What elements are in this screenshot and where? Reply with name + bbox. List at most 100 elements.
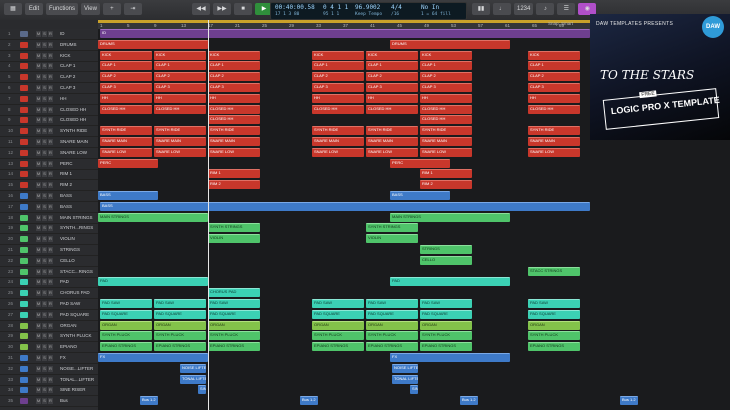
region[interactable]: SNARE LOW xyxy=(312,147,364,157)
region[interactable]: KICK xyxy=(208,50,260,60)
region[interactable]: SNARE LOW xyxy=(208,147,260,157)
mute-button[interactable]: M xyxy=(36,398,41,405)
region[interactable]: CLAP 2 xyxy=(366,72,418,82)
track-name[interactable]: SNARE LOW xyxy=(60,150,94,155)
track-name[interactable]: EPIANO xyxy=(60,344,94,349)
region[interactable]: BASS xyxy=(100,201,590,211)
track-name[interactable]: CLOSED HH xyxy=(60,117,94,122)
region[interactable]: CLOSED HH xyxy=(154,104,206,114)
region[interactable]: SNARE LOW xyxy=(366,147,418,157)
track-name[interactable]: SINE RISER xyxy=(60,387,94,392)
track-header[interactable]: 4 MSR CLAP 1 xyxy=(0,61,98,73)
solo-button[interactable]: S xyxy=(42,214,47,221)
region[interactable]: PAD SQUARE xyxy=(420,309,472,319)
region[interactable]: PAD SAW xyxy=(312,299,364,308)
record-enable-button[interactable]: R xyxy=(48,365,53,372)
region[interactable]: HH xyxy=(208,93,260,103)
track-header[interactable]: 18 MSR MAIN STRINGS xyxy=(0,213,98,224)
region[interactable]: SNARE MAIN xyxy=(366,137,418,146)
mute-button[interactable]: M xyxy=(36,160,41,167)
mute-button[interactable]: M xyxy=(36,41,41,48)
track-header[interactable]: 32 MSR NOISE...LIFTER xyxy=(0,364,98,375)
region[interactable]: KICK xyxy=(154,50,206,60)
region[interactable]: CLAP 2 xyxy=(100,72,152,82)
solo-button[interactable]: S xyxy=(42,203,47,210)
region[interactable]: CLOSED HH xyxy=(420,115,472,125)
mute-button[interactable]: M xyxy=(36,106,41,113)
solo-button[interactable]: S xyxy=(42,52,47,59)
mute-button[interactable]: M xyxy=(36,257,41,264)
region[interactable]: ID xyxy=(100,29,590,38)
track-name[interactable]: DRUMS xyxy=(60,42,94,47)
record-enable-button[interactable]: R xyxy=(48,344,53,351)
record-enable-button[interactable]: R xyxy=(48,355,53,361)
solo-button[interactable]: S xyxy=(42,117,47,124)
region[interactable]: PAD SAW xyxy=(366,299,418,308)
region[interactable]: TONAL LIFTER xyxy=(392,374,418,384)
track-header[interactable]: 24 MSR PAD xyxy=(0,277,98,289)
region[interactable]: HH xyxy=(420,93,472,103)
region[interactable]: SYNTH RIDE xyxy=(100,126,152,136)
region[interactable]: SNARE LOW xyxy=(528,147,580,157)
mute-button[interactable]: M xyxy=(36,247,41,253)
region[interactable]: EPIANO STRINGS xyxy=(154,342,206,352)
track-name[interactable]: HH xyxy=(60,96,94,101)
track-header[interactable]: 10 MSR SYNTH RIDE xyxy=(0,126,98,138)
region[interactable]: Bus 1.2 xyxy=(300,396,318,406)
region[interactable]: CLAP 3 xyxy=(420,83,472,92)
mute-button[interactable]: M xyxy=(36,387,41,394)
solo-button[interactable]: S xyxy=(42,128,47,135)
mute-button[interactable]: M xyxy=(36,301,41,307)
region[interactable]: PAD xyxy=(98,277,208,287)
record-enable-button[interactable]: R xyxy=(48,398,53,405)
region[interactable]: NOISE LIFTER xyxy=(392,363,418,373)
track-header[interactable]: 27 MSR PAD SQUARE xyxy=(0,310,98,321)
mute-button[interactable]: M xyxy=(36,311,41,318)
track-header[interactable]: 14 MSR RIM 1 xyxy=(0,169,98,181)
track-name[interactable]: BASS xyxy=(60,193,94,198)
region[interactable]: CLAP 2 xyxy=(528,72,580,82)
region[interactable]: CLOSED HH xyxy=(528,104,580,114)
track-name[interactable]: SNARE MAIN xyxy=(60,139,94,144)
region[interactable]: SYNTH PLUCK xyxy=(208,331,260,341)
track-name[interactable]: CELLO xyxy=(60,258,94,263)
region[interactable]: DRUMS xyxy=(390,39,510,49)
region[interactable]: Bus 1.2 xyxy=(620,396,638,406)
region[interactable]: SNARE MAIN xyxy=(312,137,364,146)
track-name[interactable]: CHORUS PAD xyxy=(60,290,94,295)
record-enable-button[interactable]: R xyxy=(48,376,53,383)
mute-button[interactable]: M xyxy=(36,139,41,145)
track-name[interactable]: PAD xyxy=(60,279,94,284)
track-name[interactable]: SYNTH...RINGS xyxy=(60,225,94,230)
track-header[interactable]: 3 MSR KICK xyxy=(0,51,98,62)
solo-button[interactable]: S xyxy=(42,279,47,286)
track-header[interactable]: 8 MSR CLOSED HH xyxy=(0,105,98,116)
region[interactable]: NOISE LIFTER xyxy=(180,363,206,373)
region[interactable]: KICK xyxy=(366,50,418,60)
record-enable-button[interactable]: R xyxy=(48,74,53,81)
region[interactable]: EPIANO STRINGS xyxy=(208,342,260,352)
metronome-icon[interactable]: ♩ xyxy=(493,3,511,15)
solo-button[interactable]: S xyxy=(42,139,47,145)
region[interactable]: KICK xyxy=(420,50,472,60)
region[interactable]: VIOLIN xyxy=(366,234,418,244)
region[interactable]: TONAL LIFTER xyxy=(180,374,206,384)
region[interactable]: SNARE LOW xyxy=(100,147,152,157)
mute-button[interactable]: M xyxy=(36,95,41,102)
region[interactable]: PAD SQUARE xyxy=(208,309,260,319)
library-button[interactable]: ▦ xyxy=(4,3,22,15)
region[interactable]: SYNTH PLUCK xyxy=(420,331,472,341)
track-name[interactable]: STACC...RINGS xyxy=(60,269,94,274)
region[interactable]: HH xyxy=(366,93,418,103)
record-enable-button[interactable]: R xyxy=(48,279,53,286)
region[interactable]: CHORUS PAD xyxy=(208,288,260,298)
solo-button[interactable]: S xyxy=(42,225,47,232)
track-header[interactable]: 7 MSR HH xyxy=(0,94,98,105)
view-menu[interactable]: View xyxy=(81,3,100,15)
region[interactable]: HH xyxy=(154,93,206,103)
track-header[interactable]: 30 MSR EPIANO xyxy=(0,342,98,354)
region[interactable]: EPIANO STRINGS xyxy=(100,342,152,352)
region[interactable]: SYNTH RIDE xyxy=(366,126,418,136)
region[interactable]: SYNTH RIDE xyxy=(420,126,472,136)
region[interactable]: PAD SQUARE xyxy=(366,309,418,319)
